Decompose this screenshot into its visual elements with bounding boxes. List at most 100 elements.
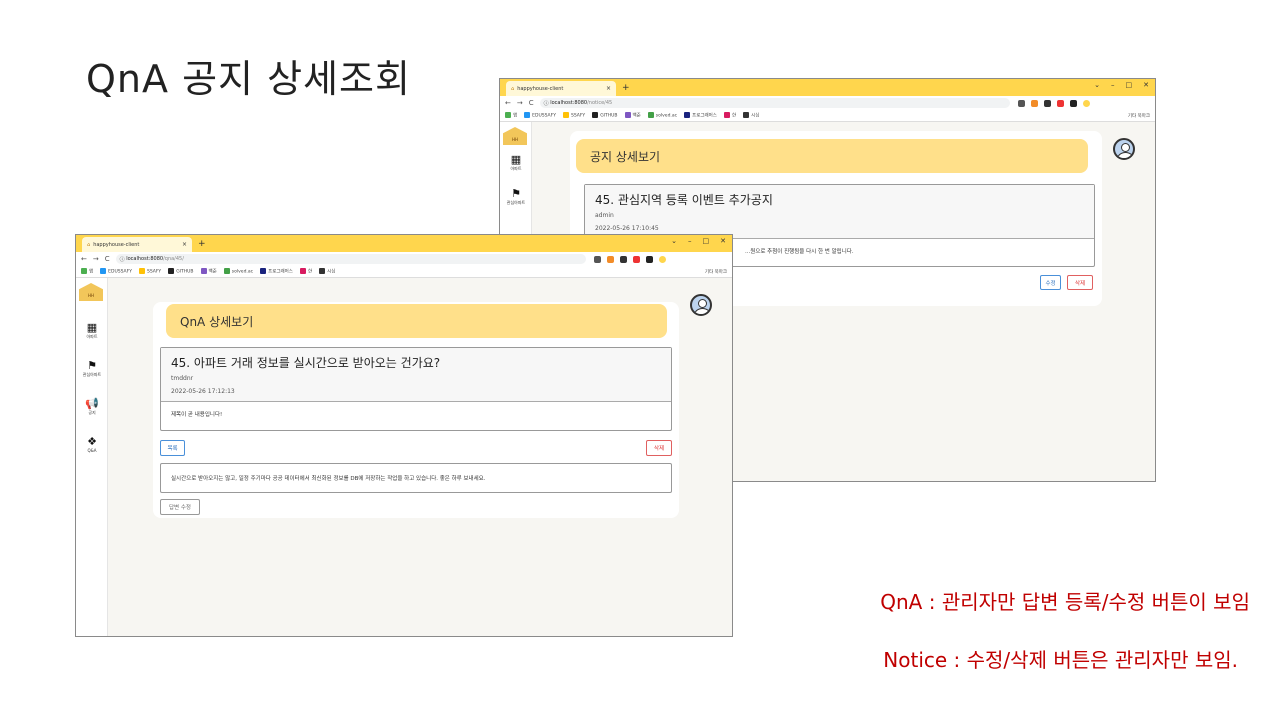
answer-edit-button[interactable]: 답변 수정 (160, 499, 200, 515)
info-icon: ⓘ (543, 100, 551, 107)
address-bar: ← → C ⓘ localhost:8080 /qna/45/ (76, 252, 732, 266)
logo[interactable]: HH (79, 283, 103, 301)
browser-tab[interactable]: ⌂ happyhouse-client × (506, 81, 616, 96)
extension-icon[interactable] (593, 255, 601, 263)
answer-box: 실시간으로 받아오지는 않고, 일정 주기마다 공공 데이터에서 최신화된 정보… (160, 463, 672, 493)
bookmarks-bar: 앱 EDUSSAFY SSAFY GITHUB 백준 solved.ac 프로그… (500, 110, 1155, 122)
house-favicon-icon: ⌂ (511, 85, 515, 92)
post-box: 45. 아파트 거래 정보를 실시간으로 받아오는 건가요? tmddnr 20… (160, 347, 672, 431)
new-tab-icon[interactable]: + (622, 83, 630, 93)
app-area: HH ▦ 아파트 ⚑ 관심아파트 📢 공지 ❖ Q&A QnA 상세보기 45.… (76, 278, 732, 636)
logo[interactable]: HH (503, 127, 527, 145)
bookmark-item[interactable]: EDUSSAFY (524, 112, 556, 119)
sidebar: HH ▦ 아파트 ⚑ 관심아파트 📢 공지 ❖ Q&A (76, 278, 108, 636)
bookmark-item[interactable]: 시심 (319, 268, 335, 275)
window-controls: ⌄ – □ ✕ (671, 237, 726, 245)
edit-button[interactable]: 수정 (1040, 275, 1061, 290)
extension-icon[interactable] (619, 255, 627, 263)
bookmark-item[interactable]: solved.ac (223, 268, 253, 275)
reload-icon[interactable]: C (105, 255, 110, 263)
extension-icon[interactable] (606, 255, 614, 263)
other-bookmarks[interactable]: 기타 북마크 (705, 269, 727, 275)
extension-icon[interactable] (645, 255, 653, 263)
tab-title: happyhouse-client (517, 85, 564, 92)
extension-icon[interactable] (1043, 99, 1051, 107)
bookmark-item[interactable]: 한 (723, 112, 736, 119)
bookmark-item[interactable]: 시심 (743, 112, 759, 119)
bookmark-item[interactable]: 한 (299, 268, 312, 275)
reload-icon[interactable]: C (529, 99, 534, 107)
close-window-icon[interactable]: ✕ (1143, 81, 1149, 89)
profile-icon[interactable] (658, 255, 666, 263)
qna-browser-window: ⌂ happyhouse-client × + ⌄ – □ ✕ ← → C ⓘ … (75, 234, 733, 637)
list-button[interactable]: 목록 (160, 440, 185, 456)
bookmarks-bar: 앱 EDUSSAFY SSAFY GITHUB 백준 solved.ac 프로그… (76, 266, 732, 278)
sidebar-item-qna[interactable]: ❖ Q&A (76, 436, 108, 454)
tab-title: happyhouse-client (93, 241, 140, 248)
close-tab-icon[interactable]: × (606, 85, 611, 92)
notice-note: Notice : 수정/삭제 버튼은 관리자만 보임. (883, 648, 1238, 672)
building-icon: ▦ (510, 153, 522, 166)
bookmark-item[interactable]: solved.ac (647, 112, 677, 119)
close-window-icon[interactable]: ✕ (720, 237, 726, 245)
bookmark-item[interactable]: 백준 (624, 112, 641, 119)
bookmark-item[interactable]: 앱 (81, 268, 93, 275)
maximize-icon[interactable]: □ (703, 237, 710, 245)
bookmark-item[interactable]: 프로그래머스 (684, 112, 717, 119)
user-avatar-icon[interactable] (690, 294, 712, 316)
forward-icon[interactable]: → (517, 99, 523, 107)
extension-icon[interactable] (1056, 99, 1064, 107)
delete-button[interactable]: 삭제 (1067, 275, 1093, 290)
extension-icon[interactable] (1017, 99, 1025, 107)
close-tab-icon[interactable]: × (182, 241, 187, 248)
extensions (1017, 99, 1090, 107)
window-controls: ⌄ – □ ✕ (1094, 81, 1149, 89)
qna-note: QnA : 관리자만 답변 등록/수정 버튼이 보임 (880, 590, 1250, 614)
extensions (593, 255, 666, 263)
url-input[interactable]: ⓘ localhost:8080 /qna/45/ (115, 254, 586, 264)
sidebar-item-apartment[interactable]: ▦ 아파트 (500, 154, 532, 172)
url-host: localhost:8080 (550, 100, 588, 106)
bookmark-item[interactable]: SSAFY (562, 112, 585, 119)
extension-icon[interactable] (632, 255, 640, 263)
minimize-icon[interactable]: – (1111, 81, 1115, 89)
megaphone-icon: 📢 (85, 397, 99, 410)
user-avatar-icon[interactable] (1113, 138, 1135, 160)
url-path: /notice/45 (587, 100, 613, 106)
maximize-icon[interactable]: □ (1126, 81, 1133, 89)
back-icon[interactable]: ← (505, 99, 511, 107)
extension-icon[interactable] (1069, 99, 1077, 107)
bookmark-item[interactable]: EDUSSAFY (100, 268, 132, 275)
sidebar-item-interest[interactable]: ⚑ 관심아파트 (500, 188, 532, 206)
flag-icon: ⚑ (87, 359, 97, 372)
chevron-down-icon[interactable]: ⌄ (1094, 81, 1100, 89)
page-header: QnA 상세보기 (166, 304, 667, 338)
extension-icon[interactable] (1030, 99, 1038, 107)
info-icon: ⓘ (119, 256, 127, 263)
delete-button[interactable]: 삭제 (646, 440, 672, 456)
profile-icon[interactable] (1082, 99, 1090, 107)
back-icon[interactable]: ← (81, 255, 87, 263)
bookmark-item[interactable]: GITHUB (168, 268, 194, 275)
content-card: QnA 상세보기 45. 아파트 거래 정보를 실시간으로 받아오는 건가요? … (153, 302, 679, 518)
forward-icon[interactable]: → (93, 255, 99, 263)
url-host: localhost:8080 (126, 256, 164, 262)
bookmark-item[interactable]: 앱 (505, 112, 517, 119)
bookmark-item[interactable]: GITHUB (592, 112, 618, 119)
tab-bar: ⌂ happyhouse-client × + ⌄ – □ ✕ (76, 235, 732, 252)
url-input[interactable]: ⓘ localhost:8080 /notice/45 (539, 98, 1010, 108)
bookmark-item[interactable]: SSAFY (138, 268, 161, 275)
post-title: 45. 관심지역 등록 이벤트 추가공지 (595, 193, 773, 207)
chevron-down-icon[interactable]: ⌄ (671, 237, 677, 245)
sidebar-item-notice[interactable]: 📢 공지 (76, 398, 108, 416)
house-favicon-icon: ⌂ (87, 241, 91, 248)
sidebar-item-apartment[interactable]: ▦ 아파트 (76, 322, 108, 340)
bookmark-item[interactable]: 백준 (200, 268, 217, 275)
new-tab-icon[interactable]: + (198, 239, 206, 249)
other-bookmarks[interactable]: 기타 북마크 (1128, 113, 1150, 119)
bookmark-item[interactable]: 프로그래머스 (260, 268, 293, 275)
browser-tab[interactable]: ⌂ happyhouse-client × (82, 237, 192, 252)
sidebar-item-interest[interactable]: ⚑ 관심아파트 (76, 360, 108, 378)
page-header: 공지 상세보기 (576, 139, 1088, 173)
minimize-icon[interactable]: – (688, 237, 692, 245)
